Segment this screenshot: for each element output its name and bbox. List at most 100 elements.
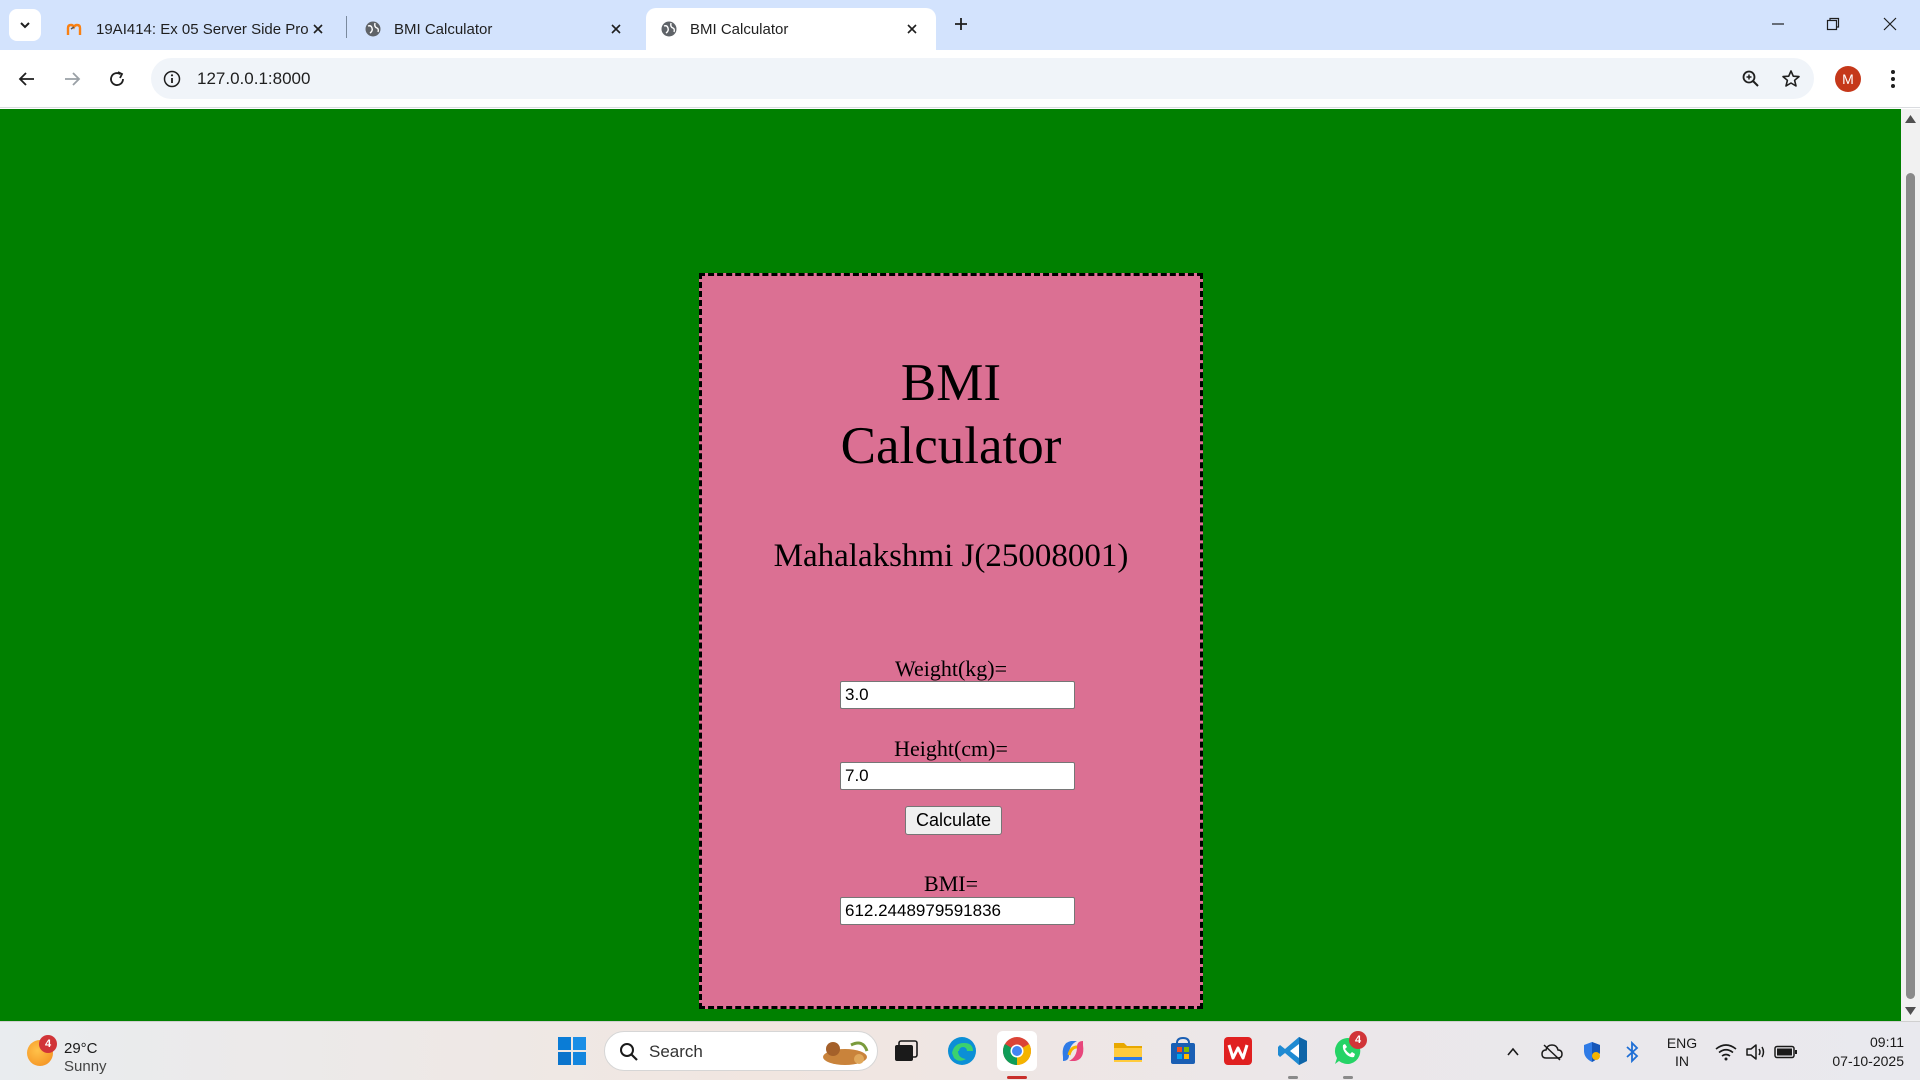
browser-menu-button[interactable] <box>1880 63 1906 95</box>
language-region: IN <box>1675 1053 1689 1069</box>
tab-separator <box>346 16 347 38</box>
height-label: Height(cm)= <box>894 736 1008 761</box>
profile-initial: M <box>1842 71 1854 87</box>
file-explorer-icon <box>1114 1043 1142 1062</box>
restore-icon <box>1826 17 1840 31</box>
chevron-down-icon <box>20 22 30 29</box>
tab-search-button[interactable] <box>9 9 41 41</box>
reload-button[interactable] <box>99 61 135 97</box>
chrome-button[interactable] <box>997 1031 1037 1071</box>
clock-time: 09:11 <box>1870 1034 1904 1050</box>
battery-tray-icon[interactable] <box>1774 1040 1798 1064</box>
shield-icon <box>1584 1042 1600 1062</box>
tab-title: BMI Calculator <box>690 20 789 38</box>
scroll-down-icon[interactable] <box>1905 1006 1916 1016</box>
system-clock[interactable]: 09:11 07-10-2025 <box>1810 1033 1904 1071</box>
weather-temp: 29°C <box>64 1040 98 1057</box>
page-title-line2: Calculator <box>840 417 1062 475</box>
bmi-output[interactable]: 612.2448979591836 <box>840 897 1075 925</box>
globe-icon <box>660 20 678 38</box>
close-icon[interactable] <box>606 19 626 39</box>
windows-taskbar: 4 29°C Sunny Search 4 ENG IN 09:11 07-10… <box>0 1021 1920 1080</box>
clock-date: 07-10-2025 <box>1832 1053 1904 1069</box>
store-icon <box>1171 1036 1195 1064</box>
url-text[interactable]: 127.0.0.1:8000 <box>197 69 310 89</box>
forward-button[interactable] <box>54 61 90 97</box>
wifi-tray-icon[interactable] <box>1714 1040 1738 1064</box>
store-button[interactable] <box>1163 1031 1203 1071</box>
page-title: BMI Calculator <box>702 352 1200 478</box>
calculate-button[interactable]: Calculate <box>905 806 1002 835</box>
page-body: BMI Calculator Mahalakshmi J(25008001) W… <box>0 109 1901 1021</box>
author-name: Mahalakshmi J(25008001) <box>773 538 1129 574</box>
windows-logo-icon <box>558 1037 586 1065</box>
taskbar-search[interactable]: Search <box>604 1031 878 1071</box>
bluetooth-icon <box>1626 1041 1639 1063</box>
chrome-icon <box>1003 1037 1031 1065</box>
show-hidden-icons-button[interactable] <box>1501 1040 1525 1064</box>
search-highlight-icon <box>823 1041 869 1065</box>
start-button[interactable] <box>552 1031 592 1071</box>
copilot-button[interactable] <box>1053 1031 1093 1071</box>
bluetooth-tray-icon[interactable] <box>1620 1040 1644 1064</box>
search-icon <box>620 1043 638 1061</box>
weight-label: Weight(kg)= <box>894 656 1008 681</box>
site-info-icon[interactable] <box>161 68 183 90</box>
vscode-button[interactable] <box>1273 1031 1313 1071</box>
bookmark-star-icon[interactable] <box>1778 66 1804 92</box>
vscode-running-indicator <box>1288 1076 1298 1079</box>
file-explorer-button[interactable] <box>1108 1031 1148 1071</box>
tab-bmi-calculator-active[interactable]: BMI Calculator <box>646 8 936 50</box>
back-button[interactable] <box>9 61 45 97</box>
onedrive-tray-icon[interactable] <box>1540 1040 1564 1064</box>
edge-button[interactable] <box>942 1031 982 1071</box>
zoom-icon[interactable] <box>1738 66 1764 92</box>
input-language[interactable]: ENG IN <box>1664 1034 1700 1070</box>
height-input[interactable]: 7.0 <box>840 762 1075 790</box>
tab-bmi-calculator-1[interactable]: BMI Calculator <box>350 8 640 50</box>
chevron-up-icon <box>1507 1047 1519 1056</box>
chrome-active-indicator <box>1007 1076 1027 1079</box>
bmi-form-card: BMI Calculator Mahalakshmi J(25008001) W… <box>699 273 1203 1009</box>
task-view-icon <box>895 1040 918 1061</box>
cloud-offline-icon <box>1541 1044 1563 1061</box>
whatsapp-running-indicator <box>1343 1076 1353 1079</box>
reload-icon <box>110 71 124 86</box>
page-scrollbar[interactable] <box>1901 109 1920 1021</box>
copilot-icon <box>1062 1041 1084 1061</box>
address-bar[interactable]: 127.0.0.1:8000 <box>151 58 1814 99</box>
security-tray-icon[interactable] <box>1580 1040 1604 1064</box>
weather-condition: Sunny <box>64 1058 107 1075</box>
page-title-line1: BMI <box>900 354 1002 412</box>
browser-tab-strip: 19AI414: Ex 05 Server Side Proc BMI Calc… <box>0 0 1920 50</box>
weight-input[interactable]: 3.0 <box>840 681 1075 709</box>
close-window-button[interactable] <box>1868 6 1912 42</box>
close-icon[interactable] <box>902 19 922 39</box>
tab-moodle[interactable]: 19AI414: Ex 05 Server Side Proc <box>52 8 342 50</box>
browser-toolbar: 127.0.0.1:8000 M <box>0 50 1920 108</box>
arrow-left-icon <box>18 72 34 86</box>
whatsapp-badge: 4 <box>1349 1031 1367 1049</box>
volume-tray-icon[interactable] <box>1744 1040 1768 1064</box>
globe-icon <box>364 20 382 38</box>
moodle-icon <box>66 20 84 38</box>
scrollbar-thumb[interactable] <box>1906 173 1915 999</box>
vscode-icon <box>1278 1037 1307 1065</box>
scroll-up-icon[interactable] <box>1905 114 1916 124</box>
weather-badge: 4 <box>39 1035 57 1053</box>
profile-avatar[interactable]: M <box>1835 66 1861 92</box>
speaker-icon <box>1746 1044 1765 1060</box>
minimize-button[interactable] <box>1756 6 1800 42</box>
weather-widget[interactable]: 4 29°C Sunny <box>24 1032 144 1075</box>
restore-button[interactable] <box>1811 6 1855 42</box>
edge-icon <box>948 1037 976 1065</box>
close-icon[interactable] <box>308 19 328 39</box>
battery-icon <box>1774 1045 1797 1059</box>
wps-office-button[interactable] <box>1218 1031 1258 1071</box>
new-tab-button[interactable] <box>946 9 976 39</box>
more-vert-icon <box>1891 70 1895 88</box>
task-view-button[interactable] <box>886 1031 926 1071</box>
wifi-icon <box>1715 1044 1737 1061</box>
search-label: Search <box>649 1042 703 1061</box>
arrow-right-icon <box>65 72 81 86</box>
